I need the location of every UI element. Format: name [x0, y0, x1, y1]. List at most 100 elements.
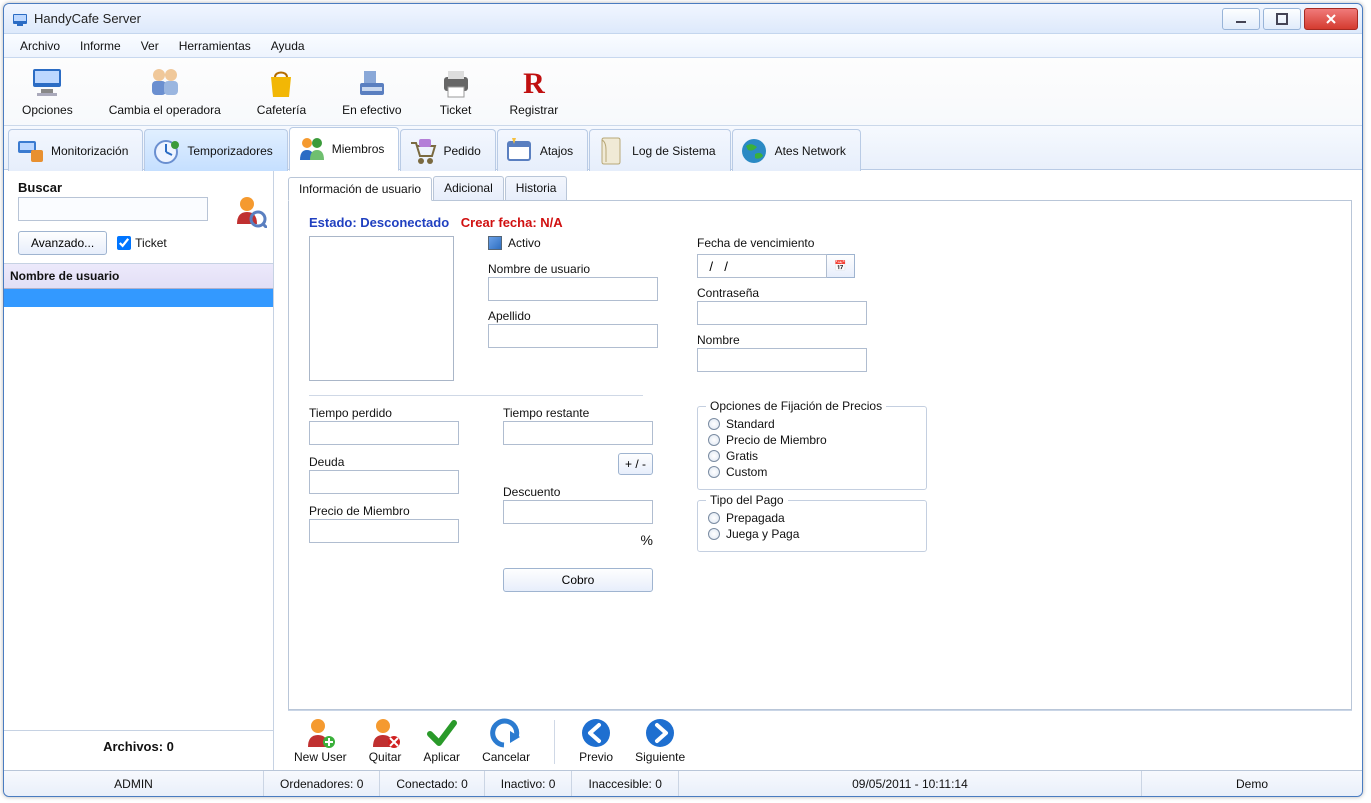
- action-cancel-label: Cancelar: [482, 750, 530, 764]
- nav-tabs: Monitorización Temporizadores Miembros P…: [4, 126, 1362, 170]
- menubar: Archivo Informe Ver Herramientas Ayuda: [4, 34, 1362, 58]
- toolbar-options[interactable]: Opciones: [18, 63, 77, 119]
- toolbar-operator[interactable]: Cambia el operadora: [105, 63, 225, 119]
- action-next[interactable]: Siguiente: [635, 717, 685, 764]
- charge-button[interactable]: Cobro: [503, 568, 653, 592]
- toolbar-cash[interactable]: En efectivo: [338, 63, 405, 119]
- members-icon: [296, 134, 326, 164]
- password-label: Contraseña: [697, 286, 872, 300]
- paytype-prepaid[interactable]: Prepagada: [708, 511, 914, 525]
- active-checkbox-label: Activo: [508, 236, 541, 250]
- username-input[interactable]: [488, 277, 658, 301]
- search-input[interactable]: [18, 197, 208, 221]
- menu-informe[interactable]: Informe: [70, 36, 131, 56]
- tab-pedido-label: Pedido: [443, 144, 480, 158]
- user-photo-box[interactable]: [309, 236, 454, 381]
- firstname-label: Nombre: [697, 333, 872, 347]
- tab-miembros[interactable]: Miembros: [289, 127, 400, 171]
- action-new-user[interactable]: New User: [294, 717, 347, 764]
- plusminus-button[interactable]: + / -: [618, 453, 653, 475]
- radio-bullet: [708, 466, 720, 478]
- lastname-label: Apellido: [488, 309, 663, 323]
- discount-input[interactable]: [503, 500, 653, 524]
- new-user-icon: [304, 717, 336, 749]
- minimize-button[interactable]: [1222, 8, 1260, 30]
- user-list-header[interactable]: Nombre de usuario: [4, 264, 273, 289]
- monitor-icon: [29, 65, 65, 101]
- password-input[interactable]: [697, 301, 867, 325]
- radio-bullet: [708, 528, 720, 540]
- active-checkbox[interactable]: Activo: [488, 236, 663, 250]
- tab-temporizadores[interactable]: Temporizadores: [144, 129, 287, 171]
- menu-ver[interactable]: Ver: [131, 36, 169, 56]
- tab-monitorizacion[interactable]: Monitorización: [8, 129, 143, 171]
- user-list-row-selected[interactable]: [4, 289, 273, 307]
- maximize-button[interactable]: [1263, 8, 1301, 30]
- action-apply-label: Aplicar: [423, 750, 460, 764]
- pricing-member[interactable]: Precio de Miembro: [708, 433, 914, 447]
- pricing-custom[interactable]: Custom: [708, 465, 914, 479]
- calendar-icon[interactable]: 📅: [827, 254, 855, 278]
- tab-monitorizacion-label: Monitorización: [51, 144, 128, 158]
- status-mode: Demo: [1142, 771, 1362, 796]
- action-cancel[interactable]: Cancelar: [482, 717, 530, 764]
- toolbar-ticket[interactable]: Ticket: [434, 63, 478, 119]
- toolbar-cash-label: En efectivo: [342, 103, 401, 117]
- tab-atajos[interactable]: Atajos: [497, 129, 588, 171]
- ticket-checkbox-input[interactable]: [117, 236, 131, 250]
- paytype-playpay[interactable]: Juega y Paga: [708, 527, 914, 541]
- action-remove[interactable]: Quitar: [369, 717, 402, 764]
- status-label: Estado: Desconectado: [309, 215, 453, 230]
- memberprice-input[interactable]: [309, 519, 459, 543]
- username-label: Nombre de usuario: [488, 262, 663, 276]
- timelost-input[interactable]: [309, 421, 459, 445]
- expiry-input[interactable]: [697, 254, 827, 278]
- itab-info[interactable]: Información de usuario: [288, 177, 432, 201]
- pricing-standard[interactable]: Standard: [708, 417, 914, 431]
- percent-symbol: %: [641, 532, 653, 548]
- action-apply[interactable]: Aplicar: [423, 717, 460, 764]
- action-new-user-label: New User: [294, 750, 347, 764]
- toolbar-cafeteria[interactable]: Cafetería: [253, 63, 310, 119]
- ticket-checkbox[interactable]: Ticket: [117, 236, 167, 250]
- debt-input[interactable]: [309, 470, 459, 494]
- window-title: HandyCafe Server: [34, 11, 1222, 26]
- app-window: HandyCafe Server Archivo Informe Ver Her…: [3, 3, 1363, 797]
- menu-ayuda[interactable]: Ayuda: [261, 36, 315, 56]
- firstname-input[interactable]: [697, 348, 867, 372]
- menu-herramientas[interactable]: Herramientas: [169, 36, 261, 56]
- status-label-text: Estado:: [309, 215, 357, 230]
- tab-log-sistema[interactable]: Log de Sistema: [589, 129, 730, 171]
- create-date-value: N/A: [540, 215, 562, 230]
- radio-bullet: [708, 512, 720, 524]
- action-prev[interactable]: Previo: [579, 717, 613, 764]
- active-checkbox-box[interactable]: [488, 236, 502, 250]
- debt-label: Deuda: [309, 455, 459, 469]
- toolbar-register[interactable]: R Registrar: [506, 63, 563, 119]
- tab-ates-network[interactable]: Ates Network: [732, 129, 861, 171]
- pricing-member-label: Precio de Miembro: [726, 433, 827, 447]
- pricing-standard-label: Standard: [726, 417, 775, 431]
- action-remove-label: Quitar: [369, 750, 402, 764]
- status-row: Estado: Desconectado Crear fecha: N/A: [309, 215, 1335, 230]
- pricing-gratis[interactable]: Gratis: [708, 449, 914, 463]
- itab-historia[interactable]: Historia: [505, 176, 568, 200]
- search-user-icon: [233, 194, 267, 228]
- left-footer: Archivos: 0: [4, 730, 273, 770]
- timeleft-input[interactable]: [503, 421, 653, 445]
- monitor-tab-icon: [15, 136, 45, 166]
- timeleft-label: Tiempo restante: [503, 406, 653, 420]
- itab-adicional[interactable]: Adicional: [433, 176, 504, 200]
- toolbar-register-label: Registrar: [510, 103, 559, 117]
- advanced-button[interactable]: Avanzado...: [18, 231, 107, 255]
- create-date: Crear fecha: N/A: [461, 215, 563, 230]
- status-user: ADMIN: [4, 771, 264, 796]
- menu-archivo[interactable]: Archivo: [10, 36, 70, 56]
- tab-pedido[interactable]: Pedido: [400, 129, 495, 171]
- paytype-prepaid-label: Prepagada: [726, 511, 785, 525]
- action-prev-label: Previo: [579, 750, 613, 764]
- radio-bullet: [708, 434, 720, 446]
- tab-atajos-label: Atajos: [540, 144, 573, 158]
- lastname-input[interactable]: [488, 324, 658, 348]
- close-button[interactable]: [1304, 8, 1358, 30]
